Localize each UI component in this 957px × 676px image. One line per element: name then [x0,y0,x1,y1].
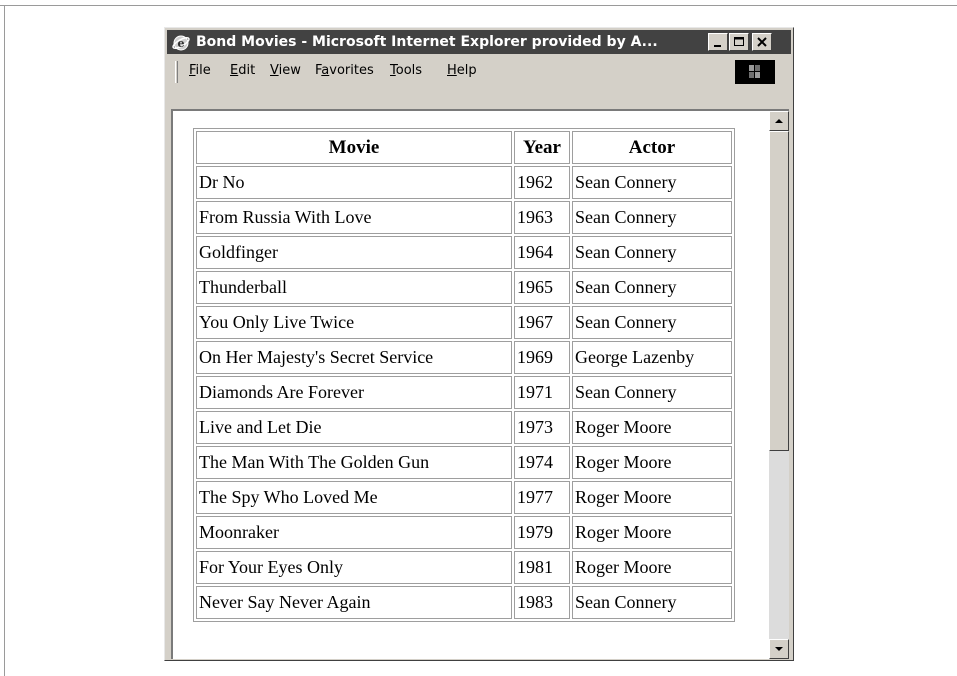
cell-actor: Roger Moore [572,411,732,444]
windows-logo-icon [749,65,760,78]
menu-help[interactable]: Help [447,63,477,79]
table-row: From Russia With Love 1963 Sean Connery [196,201,732,234]
menu-view[interactable]: View [270,63,301,79]
header-year: Year [514,131,570,164]
cell-actor: Sean Connery [572,236,732,269]
cell-year: 1981 [514,551,570,584]
cell-year: 1983 [514,586,570,619]
browser-window: e Bond Movies - Microsoft Internet Explo… [164,27,794,661]
scroll-thumb[interactable] [769,131,789,451]
cell-actor: Sean Connery [572,306,732,339]
cell-actor: Sean Connery [572,166,732,199]
table-row: Live and Let Die 1973 Roger Moore [196,411,732,444]
cell-actor: Roger Moore [572,551,732,584]
table-row: For Your Eyes Only 1981 Roger Moore [196,551,732,584]
cell-movie: Moonraker [196,516,512,549]
table-row: Moonraker 1979 Roger Moore [196,516,732,549]
scroll-up-button[interactable] [769,111,789,131]
cell-movie: Live and Let Die [196,411,512,444]
table-row: The Man With The Golden Gun 1974 Roger Moo… [196,446,732,479]
menu-favorites[interactable]: Favorites [315,63,374,79]
cell-movie: Thunderball [196,271,512,304]
minimize-button[interactable] [708,33,728,51]
maximize-button[interactable] [729,33,749,51]
cell-movie: On Her Majesty's Secret Service [196,341,512,374]
cell-actor: George Lazenby [572,341,732,374]
cell-movie: Goldfinger [196,236,512,269]
menu-file[interactable]: File [189,63,211,79]
cell-year: 1965 [514,271,570,304]
table-row: Never Say Never Again 1983 Sean Connery [196,586,732,619]
menu-tools[interactable]: Tools [390,63,422,79]
cell-year: 1971 [514,376,570,409]
table-row: Goldfinger 1964 Sean Connery [196,236,732,269]
cell-movie: Dr No [196,166,512,199]
page-frame-left-line [4,5,5,676]
minimize-icon [714,45,721,47]
table-row: The Spy Who Loved Me 1977 Roger Moore [196,481,732,514]
cell-year: 1969 [514,341,570,374]
header-movie: Movie [196,131,512,164]
table-row: Diamonds Are Forever 1971 Sean Connery [196,376,732,409]
cell-year: 1963 [514,201,570,234]
table-header-row: Movie Year Actor [196,131,732,164]
cell-year: 1973 [514,411,570,444]
cell-year: 1964 [514,236,570,269]
cell-actor: Sean Connery [572,376,732,409]
cell-actor: Sean Connery [572,271,732,304]
close-icon [757,37,767,47]
cell-movie: Never Say Never Again [196,586,512,619]
window-title: Bond Movies - Microsoft Internet Explore… [196,34,658,50]
close-button[interactable] [752,33,772,51]
cell-actor: Roger Moore [572,516,732,549]
vertical-scrollbar[interactable] [769,111,789,659]
cell-year: 1974 [514,446,570,479]
ie-globe-icon: e [171,32,191,52]
cell-movie: The Spy Who Loved Me [196,481,512,514]
activity-throbber [735,60,775,84]
menu-edit[interactable]: Edit [230,63,255,79]
cell-actor: Roger Moore [572,481,732,514]
cell-movie: For Your Eyes Only [196,551,512,584]
cell-movie: You Only Live Twice [196,306,512,339]
table-row: Thunderball 1965 Sean Connery [196,271,732,304]
cell-year: 1962 [514,166,570,199]
arrow-down-icon [775,647,783,651]
page-frame-top-line [0,5,957,6]
cell-year: 1967 [514,306,570,339]
menu-grip[interactable] [175,61,178,83]
cell-actor: Roger Moore [572,446,732,479]
cell-movie: From Russia With Love [196,201,512,234]
bond-movies-table: Movie Year Actor Dr No 1962 Sean Connery Fr… [193,128,735,622]
arrow-up-icon [775,119,783,123]
cell-year: 1977 [514,481,570,514]
header-actor: Actor [572,131,732,164]
maximize-icon [734,37,744,46]
table-row: On Her Majesty's Secret Service 1969 Georg… [196,341,732,374]
cell-movie: Diamonds Are Forever [196,376,512,409]
cell-movie: The Man With The Golden Gun [196,446,512,479]
page-content[interactable]: Movie Year Actor Dr No 1962 Sean Connery Fr… [171,109,789,659]
title-bar[interactable]: e Bond Movies - Microsoft Internet Explo… [167,30,791,54]
cell-actor: Sean Connery [572,201,732,234]
table-row: You Only Live Twice 1967 Sean Connery [196,306,732,339]
cell-year: 1979 [514,516,570,549]
cell-actor: Sean Connery [572,586,732,619]
table-row: Dr No 1962 Sean Connery [196,166,732,199]
scroll-down-button[interactable] [769,639,789,659]
svg-text:e: e [178,37,185,50]
menu-bar: File Edit View Favorites Tools Help [167,57,791,84]
